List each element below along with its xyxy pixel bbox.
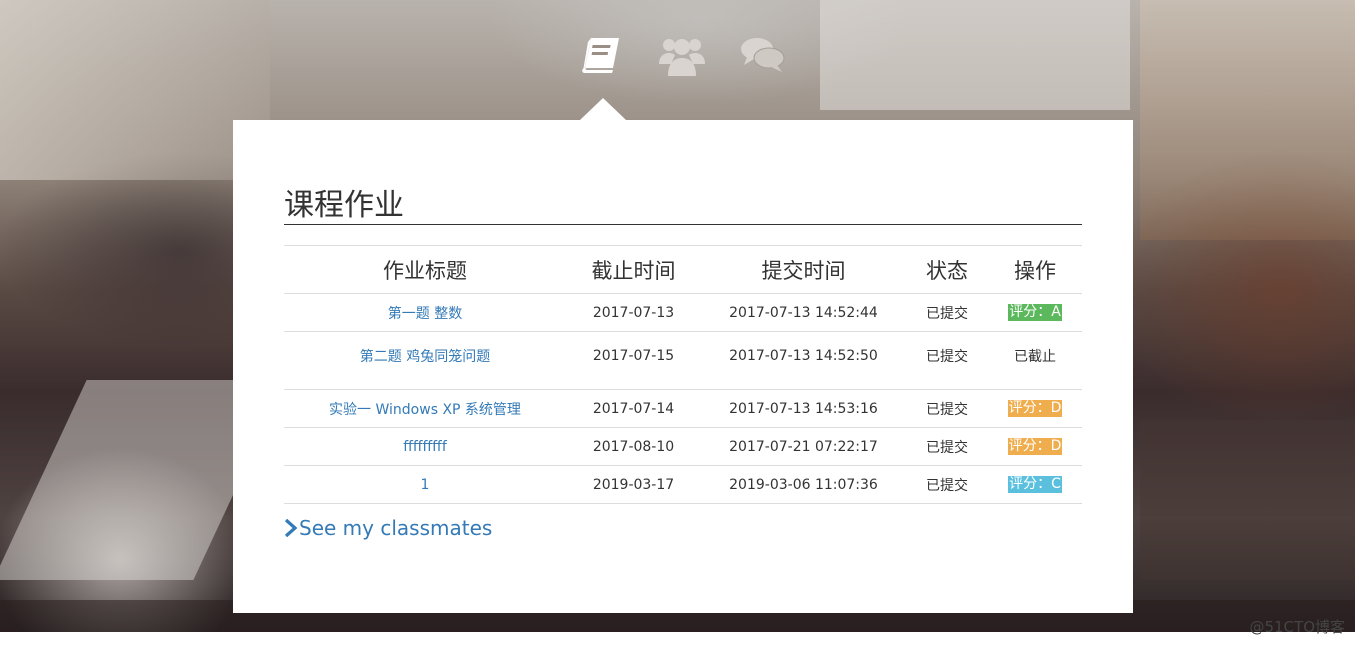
homework-title-link[interactable]: 实验一 Windows XP 系统管理 [329,402,521,418]
page-title: 课程作业 [284,188,1082,225]
grade-badge: 评分：D [1007,438,1063,455]
table-row: 实验一 Windows XP 系统管理 2017-07-14 2017-07-1… [284,389,1082,428]
status-cell: 已提交 [906,465,988,504]
chevron-right-icon [284,518,298,538]
homework-title-link[interactable]: fffffffff [403,439,447,455]
table-row: 第一题 整数 2017-07-13 2017-07-13 14:52:44 已提… [284,293,1082,332]
see-classmates-label: See my classmates [299,516,493,540]
grade-badge: 评分：A [1008,304,1062,321]
due-date-cell: 2017-07-14 [566,389,701,428]
table-header-row: 作业标题 截止时间 提交时间 状态 操作 [284,245,1082,294]
submitted-time-cell: 2019-03-06 11:07:36 [701,465,906,504]
grade-badge: 评分：D [1007,400,1063,417]
column-header-submitted: 提交时间 [701,245,906,294]
homework-title-link[interactable]: 第二题 鸡兔同笼问题 [360,349,490,365]
table-row: 第二题 鸡兔同笼问题 2017-07-15 2017-07-13 14:52:5… [284,331,1082,390]
due-date-cell: 2017-07-13 [566,293,701,332]
column-header-due: 截止时间 [566,245,701,294]
see-classmates-link[interactable]: See my classmates [284,515,492,541]
section-nav [0,34,1355,84]
submitted-time-cell: 2017-07-13 14:53:16 [701,389,906,428]
column-header-state: 状态 [906,245,988,294]
submitted-time-cell: 2017-07-21 07:22:17 [701,427,906,466]
column-header-title: 作业标题 [284,245,566,294]
closed-status-cell: 已截止 [988,331,1082,390]
homework-card: 课程作业 作业标题 截止时间 提交时间 状态 操作 第一题 整数 2017-07… [233,120,1133,613]
users-icon[interactable] [658,34,706,80]
watermark: @51CTO博客 [1249,618,1345,636]
table-row: 1 2019-03-17 2019-03-06 11:07:36 已提交 评分：… [284,465,1082,504]
column-header-action: 操作 [988,245,1082,294]
due-date-cell: 2019-03-17 [566,465,701,504]
grade-badge: 评分：C [1008,476,1062,493]
submitted-time-cell: 2017-07-13 14:52:44 [701,293,906,332]
due-date-cell: 2017-07-15 [566,331,701,390]
homework-title-link[interactable]: 1 [421,477,430,493]
homework-table: 作业标题 截止时间 提交时间 状态 操作 第一题 整数 2017-07-13 2… [284,245,1082,504]
comments-icon[interactable] [739,34,787,80]
submitted-time-cell: 2017-07-13 14:52:50 [701,331,906,390]
due-date-cell: 2017-08-10 [566,427,701,466]
active-tab-pointer [580,98,626,120]
status-cell: 已提交 [906,427,988,466]
book-icon[interactable] [579,34,627,80]
table-row: fffffffff 2017-08-10 2017-07-21 07:22:17… [284,427,1082,466]
status-cell: 已提交 [906,389,988,428]
status-cell: 已提交 [906,293,988,332]
status-cell: 已提交 [906,331,988,390]
homework-title-link[interactable]: 第一题 整数 [388,306,462,322]
